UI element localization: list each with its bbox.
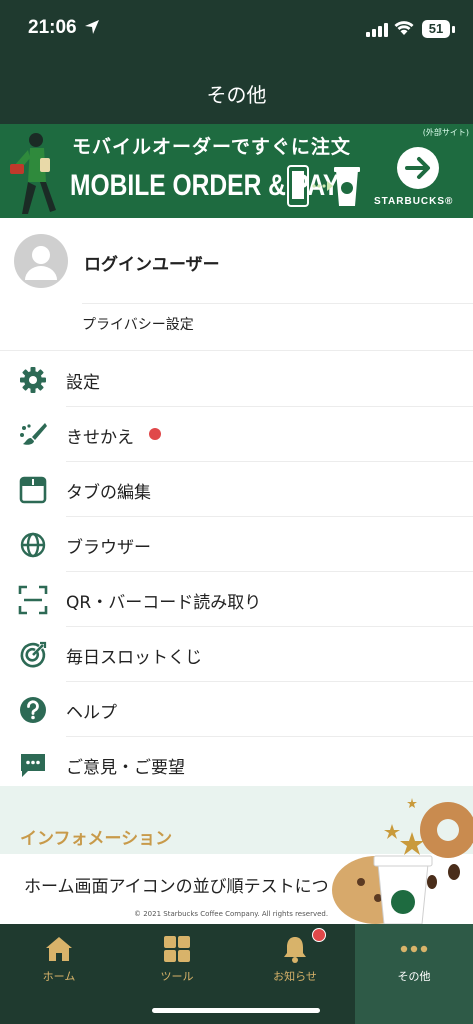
walking-person-illustration — [10, 133, 56, 214]
tab-label: その他 — [397, 970, 431, 983]
tab-label: お知らせ — [273, 970, 317, 983]
gear-icon — [18, 365, 48, 395]
tab-label: ホーム — [42, 970, 76, 983]
target-icon — [18, 640, 48, 670]
nav-bar: その他 — [0, 62, 473, 124]
divider — [0, 350, 473, 351]
mobile-order-banner[interactable]: (外部サイト) モバイルオーダーですぐに注文 MOBILE ORDER & PA… — [0, 124, 473, 218]
starbucks-brand-label: STARBUCKS® — [374, 196, 454, 207]
menu-item-label: 毎日スロットくじ — [66, 648, 202, 668]
menu-item-label: タブの編集 — [66, 483, 151, 503]
more-dots-icon — [399, 934, 429, 964]
wifi-icon — [394, 20, 414, 40]
privacy-settings-link[interactable]: プライバシー設定 — [82, 314, 194, 334]
tab-more[interactable]: その他 — [355, 924, 473, 1024]
menu-item-label: きせかえ — [66, 428, 134, 448]
tab-window-icon — [18, 475, 48, 505]
battery-tip — [452, 26, 455, 33]
information-section: インフォメーション ホーム画面アイコンの並び順テストにつ © 2021 Star… — [0, 786, 473, 924]
news-item-title[interactable]: ホーム画面アイコンの並び順テストにつ — [24, 872, 330, 897]
page-title: その他 — [206, 83, 267, 107]
menu-item-help[interactable]: ヘルプ — [0, 682, 473, 736]
menu-item-tab-edit[interactable]: タブの編集 — [0, 462, 473, 516]
cellular-signal-icon — [366, 22, 388, 41]
menu-item-browser[interactable]: ブラウザー — [0, 517, 473, 571]
menu-item-settings[interactable]: 設定 — [0, 352, 473, 406]
status-time: 21:06 — [28, 17, 77, 38]
chat-icon — [18, 750, 48, 780]
information-heading: インフォメーション — [20, 829, 173, 849]
menu-item-feedback[interactable]: ご意見・ご要望 — [0, 737, 473, 791]
tools-grid-icon — [162, 934, 192, 964]
menu-item-qr-scan[interactable]: QR・バーコード読み取り — [0, 572, 473, 626]
battery-icon: 51 — [422, 20, 450, 38]
login-user-row[interactable]: ログインユーザー — [0, 218, 473, 304]
new-badge-dot — [149, 428, 161, 440]
scan-icon — [18, 585, 48, 615]
tab-home[interactable]: ホーム — [0, 924, 118, 1024]
help-icon — [18, 695, 48, 725]
external-site-note: (外部サイト) — [422, 128, 469, 137]
menu-item-label: ご意見・ご要望 — [66, 758, 185, 778]
menu-item-label: ブラウザー — [66, 538, 151, 558]
brush-icon — [18, 420, 48, 450]
user-name: ログインユーザー — [84, 255, 220, 275]
status-bar: 21:06 51 — [0, 0, 473, 62]
menu-item-slot-lottery[interactable]: 毎日スロットくじ — [0, 627, 473, 681]
home-icon — [44, 934, 74, 964]
home-indicator[interactable] — [152, 1008, 320, 1013]
coffee-and-pastry-illustration — [332, 798, 473, 924]
copyright-text: © 2021 Starbucks Coffee Company. All rig… — [134, 910, 329, 918]
menu-item-theme[interactable]: きせかえ — [0, 407, 473, 461]
banner-headline-jp: モバイルオーダーですぐに注文 — [72, 136, 351, 158]
phone-to-cup-icon — [287, 165, 360, 207]
location-arrow-icon — [84, 19, 100, 39]
tab-label: ツール — [160, 970, 194, 983]
bell-icon — [280, 934, 310, 964]
menu-item-label: 設定 — [66, 373, 100, 393]
notification-badge-dot — [312, 928, 326, 942]
menu-item-label: ヘルプ — [66, 703, 117, 723]
divider — [82, 303, 473, 304]
arrow-right-circle-icon[interactable] — [396, 146, 440, 190]
avatar — [14, 234, 68, 288]
globe-icon — [18, 530, 48, 560]
menu-item-label: QR・バーコード読み取り — [66, 593, 262, 613]
